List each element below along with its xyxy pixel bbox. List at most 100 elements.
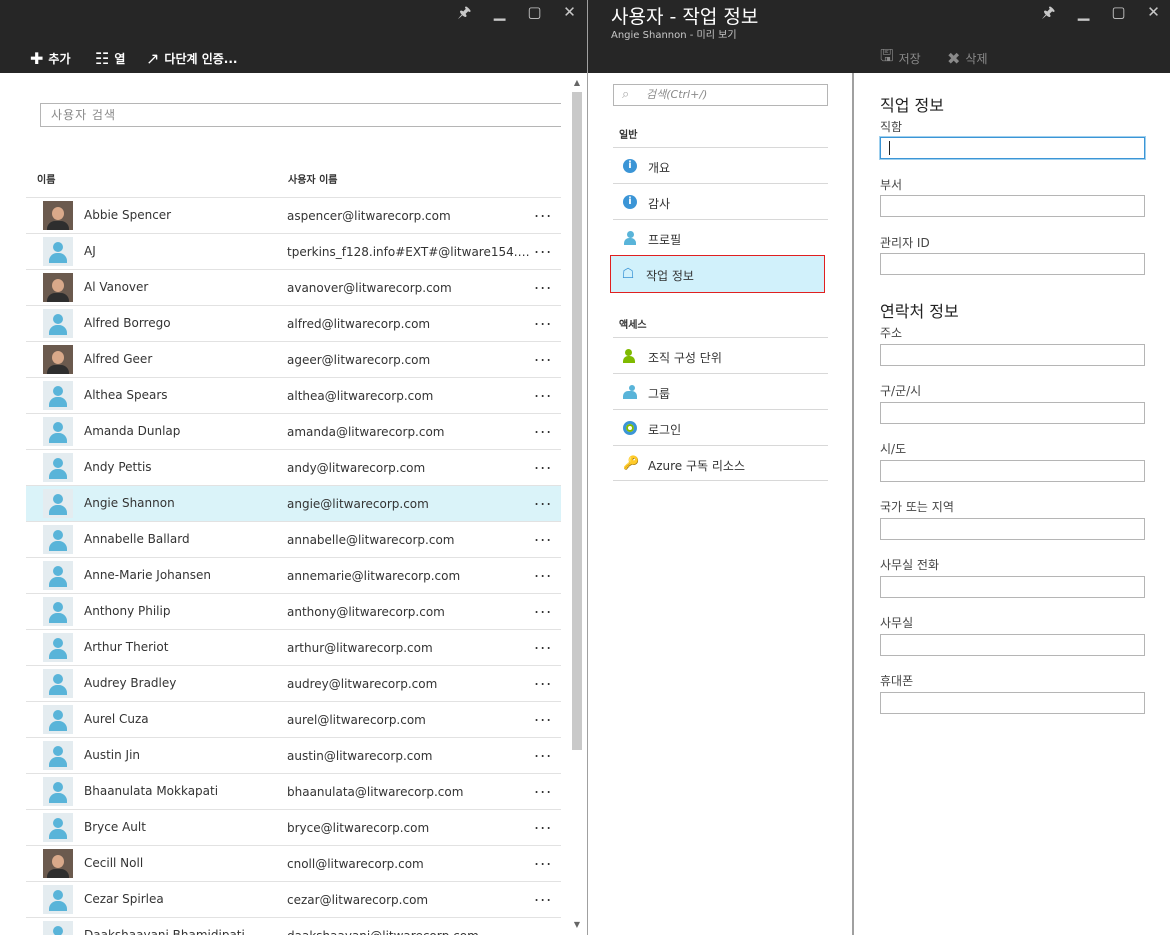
- more-actions-button[interactable]: ...: [534, 202, 552, 221]
- delete-button[interactable]: ✖ 삭제: [947, 48, 988, 68]
- user-name: Andy Pettis: [84, 460, 152, 474]
- table-row[interactable]: Daakshaayani Bhamidipati daakshaayani@lit…: [26, 917, 561, 935]
- more-actions-button[interactable]: ...: [534, 490, 552, 509]
- more-actions-button[interactable]: ...: [534, 382, 552, 401]
- department-input[interactable]: [880, 195, 1145, 217]
- office-phone-input[interactable]: [880, 576, 1145, 598]
- table-row[interactable]: Austin Jin austin@litwarecorp.com...: [26, 737, 561, 773]
- mobile-input[interactable]: [880, 692, 1145, 714]
- columns-button-label: 열: [114, 51, 126, 66]
- column-header-name[interactable]: 이름: [37, 171, 55, 186]
- user-search-input[interactable]: 사용자 검색: [40, 103, 561, 127]
- table-row[interactable]: Al Vanover avanover@litwarecorp.com...: [26, 269, 561, 305]
- table-row[interactable]: Andy Pettis andy@litwarecorp.com...: [26, 449, 561, 485]
- vertical-scrollbar[interactable]: ▲ ▼: [570, 78, 584, 933]
- scroll-down-icon[interactable]: ▼: [572, 920, 582, 930]
- pin-icon[interactable]: 🖈: [447, 2, 482, 22]
- more-actions-button[interactable]: ...: [534, 310, 552, 329]
- manager-id-input[interactable]: [880, 253, 1145, 275]
- signin-icon: [623, 421, 637, 435]
- more-actions-button[interactable]: ...: [534, 742, 552, 761]
- office-input[interactable]: [880, 634, 1145, 656]
- mfa-button[interactable]: ↗ 다단계 인증...: [146, 48, 237, 68]
- menu-search-input[interactable]: ⌕ 검색(Ctrl+/): [613, 84, 828, 106]
- address-input[interactable]: [880, 344, 1145, 366]
- person-icon: [623, 231, 637, 245]
- user-name: Bhaanulata Mokkapati: [84, 784, 219, 798]
- menu-item-label: 프로필: [648, 233, 682, 247]
- scroll-up-icon[interactable]: ▲: [572, 78, 582, 88]
- more-actions-button[interactable]: ...: [534, 238, 552, 257]
- menu-item-profile[interactable]: 프로필: [613, 219, 828, 255]
- table-row[interactable]: Abbie Spencer aspencer@litwarecorp.com...: [26, 197, 561, 233]
- minimize-icon[interactable]: ▁: [482, 2, 517, 22]
- default-user-icon: [43, 489, 73, 518]
- user-principal-name: annemarie@litwarecorp.com: [287, 569, 461, 583]
- menu-item-overview[interactable]: i 개요: [613, 147, 828, 183]
- menu-item-signin[interactable]: 로그인: [613, 409, 828, 445]
- more-actions-button[interactable]: ...: [534, 850, 552, 869]
- close-icon[interactable]: ✕: [1136, 2, 1170, 22]
- more-actions-button[interactable]: ...: [534, 886, 552, 905]
- table-row[interactable]: Angie Shannon angie@litwarecorp.com...: [26, 485, 561, 521]
- field-label-address: 주소: [880, 326, 903, 340]
- save-button-label: 저장: [898, 51, 921, 66]
- country-input[interactable]: [880, 518, 1145, 540]
- more-actions-button[interactable]: ...: [534, 454, 552, 473]
- table-row[interactable]: Alfred Borrego alfred@litwarecorp.com...: [26, 305, 561, 341]
- menu-item-audit[interactable]: i 감사: [613, 183, 828, 219]
- more-actions-button[interactable]: ...: [534, 814, 552, 833]
- table-row[interactable]: Audrey Bradley audrey@litwarecorp.com...: [26, 665, 561, 701]
- more-actions-button[interactable]: ...: [534, 922, 552, 935]
- field-label-country: 국가 또는 지역: [880, 500, 954, 514]
- window-controls: 🖈 ▁ ▢ ✕: [447, 2, 587, 22]
- minimize-icon[interactable]: ▁: [1066, 2, 1101, 22]
- more-actions-button[interactable]: ...: [534, 706, 552, 725]
- table-row[interactable]: Aurel Cuza aurel@litwarecorp.com...: [26, 701, 561, 737]
- state-input[interactable]: [880, 460, 1145, 482]
- menu-item-groups[interactable]: 그룹: [613, 373, 828, 409]
- menu-item-org-unit[interactable]: 조직 구성 단위: [613, 337, 828, 373]
- user-principal-name: andy@litwarecorp.com: [287, 461, 426, 475]
- menu-item-azure-resources[interactable]: 🔑 Azure 구독 리소스: [613, 445, 828, 481]
- table-row[interactable]: Bryce Ault bryce@litwarecorp.com...: [26, 809, 561, 845]
- table-row[interactable]: Cezar Spirlea cezar@litwarecorp.com...: [26, 881, 561, 917]
- menu-item-job-info[interactable]: ☖ 작업 정보: [610, 255, 825, 293]
- pin-icon[interactable]: 🖈: [1031, 2, 1066, 22]
- more-actions-button[interactable]: ...: [534, 598, 552, 617]
- table-row[interactable]: Cecill Noll cnoll@litwarecorp.com...: [26, 845, 561, 881]
- table-row[interactable]: AJ tperkins_f128.info#EXT#@litware154.onm…: [26, 233, 561, 269]
- job-title-input[interactable]: [880, 137, 1145, 159]
- table-row[interactable]: Anthony Philip anthony@litwarecorp.com...: [26, 593, 561, 629]
- table-row[interactable]: Arthur Theriot arthur@litwarecorp.com...: [26, 629, 561, 665]
- scrollbar-thumb[interactable]: [572, 92, 582, 750]
- table-row[interactable]: Alfred Geer ageer@litwarecorp.com...: [26, 341, 561, 377]
- avatar: [43, 201, 73, 230]
- add-button[interactable]: ✚ 추가: [30, 48, 71, 68]
- column-header-username[interactable]: 사용자 이름: [288, 171, 337, 186]
- columns-button[interactable]: ☷ 열: [95, 48, 125, 68]
- blade-subtitle: Angie Shannon - 미리 보기: [611, 30, 737, 41]
- more-actions-button[interactable]: ...: [534, 274, 552, 293]
- default-user-icon: [43, 453, 73, 482]
- city-input[interactable]: [880, 402, 1145, 424]
- more-actions-button[interactable]: ...: [534, 634, 552, 653]
- more-actions-button[interactable]: ...: [534, 562, 552, 581]
- maximize-icon[interactable]: ▢: [1101, 2, 1136, 22]
- more-actions-button[interactable]: ...: [534, 418, 552, 437]
- table-row[interactable]: Amanda Dunlap amanda@litwarecorp.com...: [26, 413, 561, 449]
- table-row[interactable]: Anne-Marie Johansen annemarie@litwarecorp…: [26, 557, 561, 593]
- table-row[interactable]: Althea Spears althea@litwarecorp.com...: [26, 377, 561, 413]
- table-row[interactable]: Annabelle Ballard annabelle@litwarecorp.c…: [26, 521, 561, 557]
- more-actions-button[interactable]: ...: [534, 670, 552, 689]
- more-actions-button[interactable]: ...: [534, 346, 552, 365]
- save-button[interactable]: 🖫 저장: [880, 46, 921, 68]
- close-icon[interactable]: ✕: [552, 2, 587, 22]
- table-row[interactable]: Bhaanulata Mokkapati bhaanulata@litwareco…: [26, 773, 561, 809]
- more-actions-button[interactable]: ...: [534, 778, 552, 797]
- user-principal-name: ageer@litwarecorp.com: [287, 353, 431, 367]
- default-user-icon: [43, 597, 73, 626]
- maximize-icon[interactable]: ▢: [517, 2, 552, 22]
- more-actions-button[interactable]: ...: [534, 526, 552, 545]
- contact-info-heading: 연락처 정보: [880, 302, 959, 321]
